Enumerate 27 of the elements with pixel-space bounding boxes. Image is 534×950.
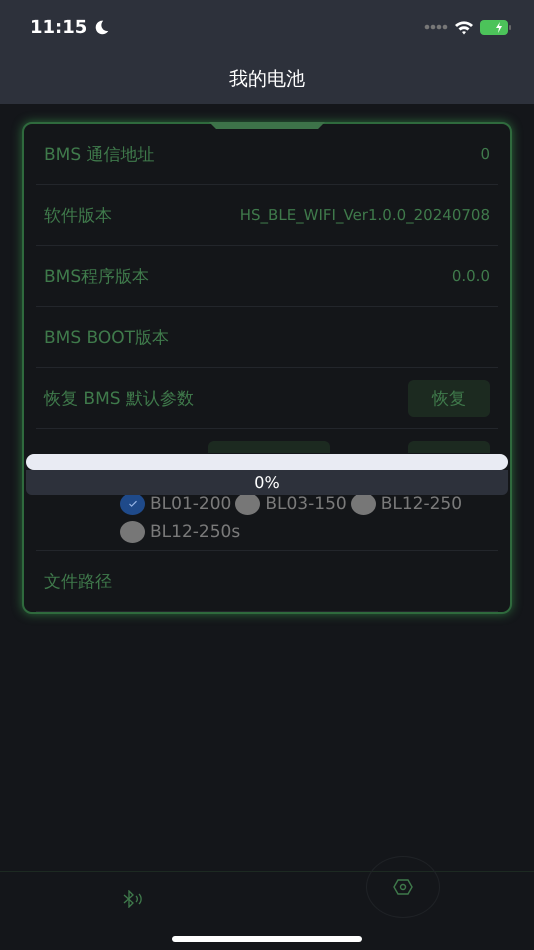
row-label: 恢复 BMS 默认参数 — [44, 388, 194, 410]
radio-button[interactable] — [120, 493, 145, 515]
radio-button[interactable] — [235, 493, 260, 515]
radio-button[interactable] — [350, 493, 376, 515]
row-label: 文件路径 — [44, 570, 112, 592]
model-option: BL12-250s — [150, 522, 240, 542]
row-value: HS_BLE_WIFI_Ver1.0.0_20240708 — [240, 206, 490, 224]
model-option: BL03-150 — [265, 494, 347, 514]
wifi-icon — [454, 20, 474, 34]
row-label: BMS 通信地址 — [44, 144, 155, 166]
row-value: 0 — [480, 145, 490, 163]
progress-reading: 0% — [254, 473, 280, 492]
moon-icon — [93, 18, 110, 36]
restore-button[interactable]: 恢复 — [408, 380, 490, 416]
page-title: 我的电池 — [228, 67, 306, 92]
signal-icon — [424, 24, 448, 30]
hexagon-icon — [393, 879, 413, 895]
status-time: 11:15 — [30, 16, 88, 38]
battery-icon — [480, 20, 512, 34]
model-option: BL12-250 — [380, 494, 462, 514]
radio-button[interactable] — [120, 521, 145, 543]
bluetooth-icon[interactable] — [122, 890, 144, 908]
model-option: BL01-200 — [150, 494, 232, 514]
row-label: BMS BOOT版本 — [44, 326, 170, 348]
row-label: 软件版本 — [44, 204, 112, 226]
row-label: BMS程序版本 — [44, 266, 150, 288]
row-value: 0.0.0 — [452, 267, 490, 285]
